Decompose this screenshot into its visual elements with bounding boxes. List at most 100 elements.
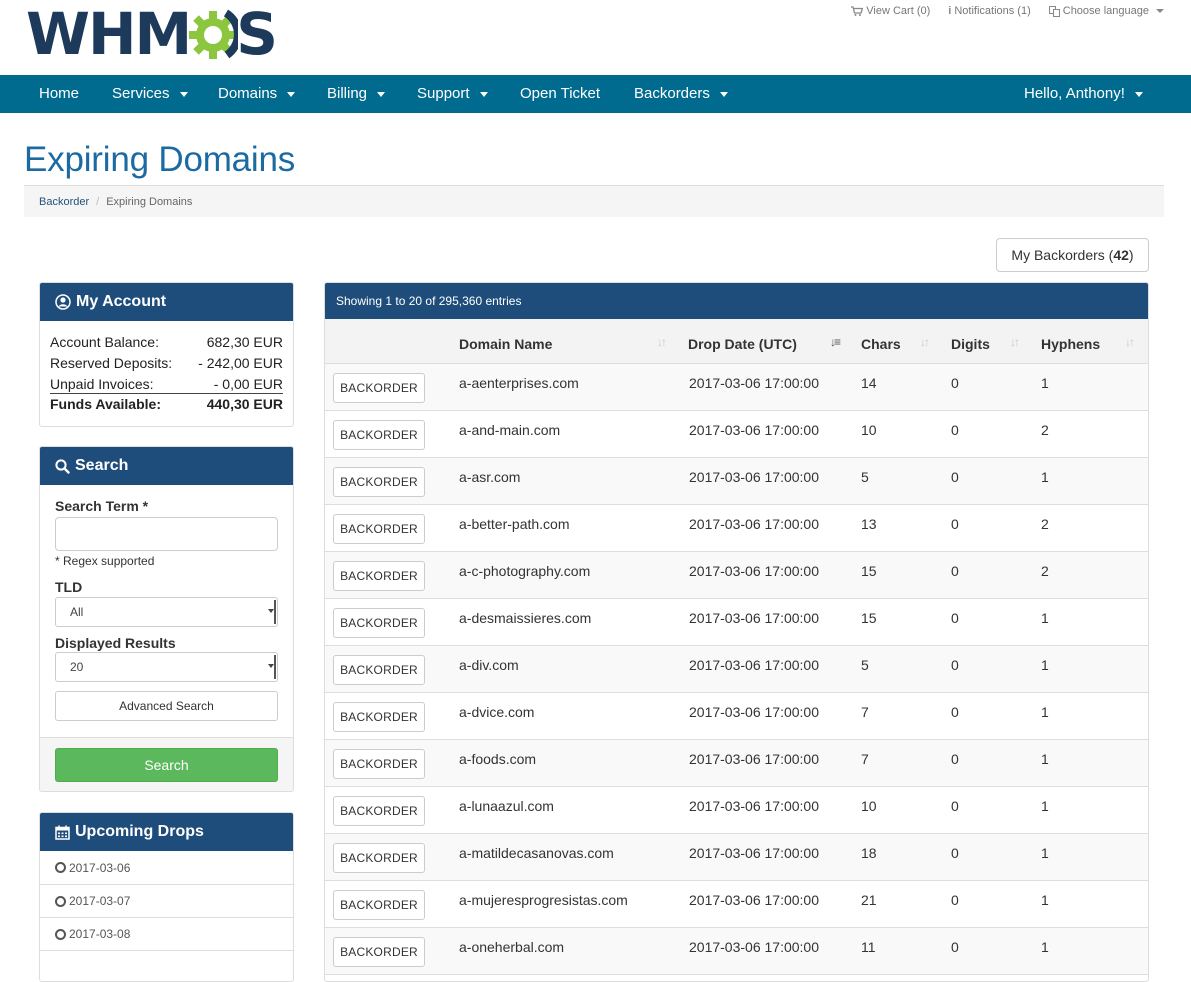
account-row-value: - 0,00 EUR xyxy=(213,376,283,392)
backorder-button[interactable]: BACKORDER xyxy=(333,937,425,967)
nav-support-label: Support xyxy=(417,85,470,102)
sort-icon[interactable]: ↓↑ xyxy=(1125,335,1139,349)
drop-date-cell: 2017-03-06 17:00:00 xyxy=(689,892,819,908)
whmcs-logo[interactable]: WHM S xyxy=(26,3,278,65)
account-row-value: - 242,00 EUR xyxy=(198,355,283,371)
digits-cell: 0 xyxy=(951,422,959,438)
hyphens-cell: 2 xyxy=(1041,563,1049,579)
breadcrumb-backorder[interactable]: Backorder xyxy=(39,196,89,208)
chevron-down-icon xyxy=(1156,9,1164,13)
table-row: BACKORDER a-desmaissieres.com 2017-03-06 1… xyxy=(325,599,1148,646)
search-submit-button[interactable]: Search xyxy=(55,748,278,782)
backorder-button[interactable]: BACKORDER xyxy=(333,467,425,497)
drop-date-cell: 2017-03-06 17:00:00 xyxy=(689,798,819,814)
drop-date-cell: 2017-03-06 17:00:00 xyxy=(689,657,819,673)
nav-domains[interactable]: Domains xyxy=(218,75,296,113)
domain-name-cell: a-lunaazul.com xyxy=(459,798,554,814)
sort-icon[interactable]: ↓↑ xyxy=(1010,335,1024,349)
upcoming-drop-item[interactable]: 2017-03-07 xyxy=(40,884,293,917)
digits-cell: 0 xyxy=(951,892,959,908)
main-navbar: Home Services Domains Billing Support Op… xyxy=(0,75,1191,113)
drop-date-cell: 2017-03-06 17:00:00 xyxy=(689,375,819,391)
nav-open-ticket-label: Open Ticket xyxy=(520,85,601,102)
hyphens-cell: 2 xyxy=(1041,516,1049,532)
advanced-search-button[interactable]: Advanced Search xyxy=(55,691,278,721)
domain-name-cell: a-dvice.com xyxy=(459,704,535,720)
chars-cell: 18 xyxy=(861,845,877,861)
chars-cell: 7 xyxy=(861,751,869,767)
header: WHM S View Cart (0) i Notifications (1) … xyxy=(0,0,1191,75)
chars-cell: 5 xyxy=(861,657,869,673)
hyphens-cell: 1 xyxy=(1041,657,1049,673)
breadcrumb-separator: / xyxy=(96,196,100,208)
backorder-button[interactable]: BACKORDER xyxy=(333,749,425,779)
my-account-title: My Account xyxy=(76,293,167,310)
notifications-label: Notifications (1) xyxy=(954,5,1031,17)
nav-home[interactable]: Home xyxy=(39,75,79,113)
column-domain-name[interactable]: Domain Name xyxy=(459,319,552,364)
sort-icon[interactable]: ↓↑ xyxy=(920,335,934,349)
notifications-link[interactable]: i Notifications (1) xyxy=(948,5,1030,17)
column-drop-date[interactable]: Drop Date (UTC) xyxy=(688,319,797,364)
column-hyphens[interactable]: Hyphens xyxy=(1041,319,1100,364)
nav-backorders[interactable]: Backorders xyxy=(634,75,728,113)
hyphens-cell: 1 xyxy=(1041,375,1049,391)
sort-icon[interactable]: ↓↑ xyxy=(657,335,671,349)
displayed-results-value: 20 xyxy=(70,660,84,674)
chars-cell: 10 xyxy=(861,798,877,814)
column-digits[interactable]: Digits xyxy=(951,319,990,364)
upcoming-drop-date: 2017-03-06 xyxy=(69,860,131,875)
backorder-button[interactable]: BACKORDER xyxy=(333,890,425,920)
table-row: BACKORDER a-dvice.com 2017-03-06 17:00:00 7… xyxy=(325,693,1148,740)
cart-icon xyxy=(851,6,864,16)
drop-date-cell: 2017-03-06 17:00:00 xyxy=(689,422,819,438)
view-cart-link[interactable]: View Cart (0) xyxy=(851,5,930,17)
chars-cell: 15 xyxy=(861,610,877,626)
table-row: BACKORDER a-mujeresprogresistas.com 2017-0… xyxy=(325,881,1148,928)
nav-user-menu[interactable]: Hello, Anthony! xyxy=(1024,75,1143,113)
account-row-label: Unpaid Invoices: xyxy=(50,376,154,392)
chars-cell: 14 xyxy=(861,375,877,391)
backorder-button[interactable]: BACKORDER xyxy=(333,655,425,685)
sort-descending-icon[interactable]: ↓≡ xyxy=(830,335,844,349)
chevron-down-icon xyxy=(287,91,296,97)
search-panel-footer: Search xyxy=(40,737,293,791)
nav-billing[interactable]: Billing xyxy=(327,75,386,113)
domain-name-cell: a-foods.com xyxy=(459,751,537,767)
chars-cell: 7 xyxy=(861,704,869,720)
choose-language-link[interactable]: Choose language xyxy=(1048,5,1164,17)
chevron-down-icon xyxy=(377,91,386,97)
upcoming-drop-item[interactable]: 2017-03-08 xyxy=(40,917,293,950)
search-term-input[interactable] xyxy=(55,517,278,551)
my-backorders-count: 42 xyxy=(1113,247,1129,263)
chevron-down-icon xyxy=(268,655,276,679)
backorder-button[interactable]: BACKORDER xyxy=(333,420,425,450)
nav-services[interactable]: Services xyxy=(112,75,188,113)
funds-available-label: Funds Available: xyxy=(50,396,161,412)
backorder-button[interactable]: BACKORDER xyxy=(333,702,425,732)
displayed-results-select[interactable]: 20 xyxy=(55,652,278,682)
my-backorders-button[interactable]: My Backorders (42) xyxy=(996,238,1149,272)
upcoming-drop-item[interactable] xyxy=(40,950,293,981)
backorder-button[interactable]: BACKORDER xyxy=(333,796,425,826)
upcoming-drop-item[interactable]: 2017-03-06 xyxy=(40,851,293,884)
table-body: BACKORDER a-aenterprises.com 2017-03-06 17… xyxy=(325,364,1148,975)
tld-select[interactable]: All xyxy=(55,597,278,627)
nav-support[interactable]: Support xyxy=(417,75,488,113)
domain-name-cell: a-c-photography.com xyxy=(459,563,591,579)
backorder-button[interactable]: BACKORDER xyxy=(333,561,425,591)
column-chars[interactable]: Chars xyxy=(861,319,901,364)
digits-cell: 0 xyxy=(951,704,959,720)
nav-open-ticket[interactable]: Open Ticket xyxy=(520,75,600,113)
chevron-down-icon xyxy=(268,600,276,624)
expiring-domains-table: Showing 1 to 20 of 295,360 entries Domai… xyxy=(324,282,1149,982)
domain-name-cell: a-oneherbal.com xyxy=(459,939,565,955)
view-cart-label: View Cart (0) xyxy=(866,5,931,17)
backorder-button[interactable]: BACKORDER xyxy=(333,373,425,403)
digits-cell: 0 xyxy=(951,516,959,532)
search-title: Search xyxy=(75,457,129,474)
backorder-button[interactable]: BACKORDER xyxy=(333,843,425,873)
search-icon xyxy=(55,458,70,474)
backorder-button[interactable]: BACKORDER xyxy=(333,608,425,638)
backorder-button[interactable]: BACKORDER xyxy=(333,514,425,544)
